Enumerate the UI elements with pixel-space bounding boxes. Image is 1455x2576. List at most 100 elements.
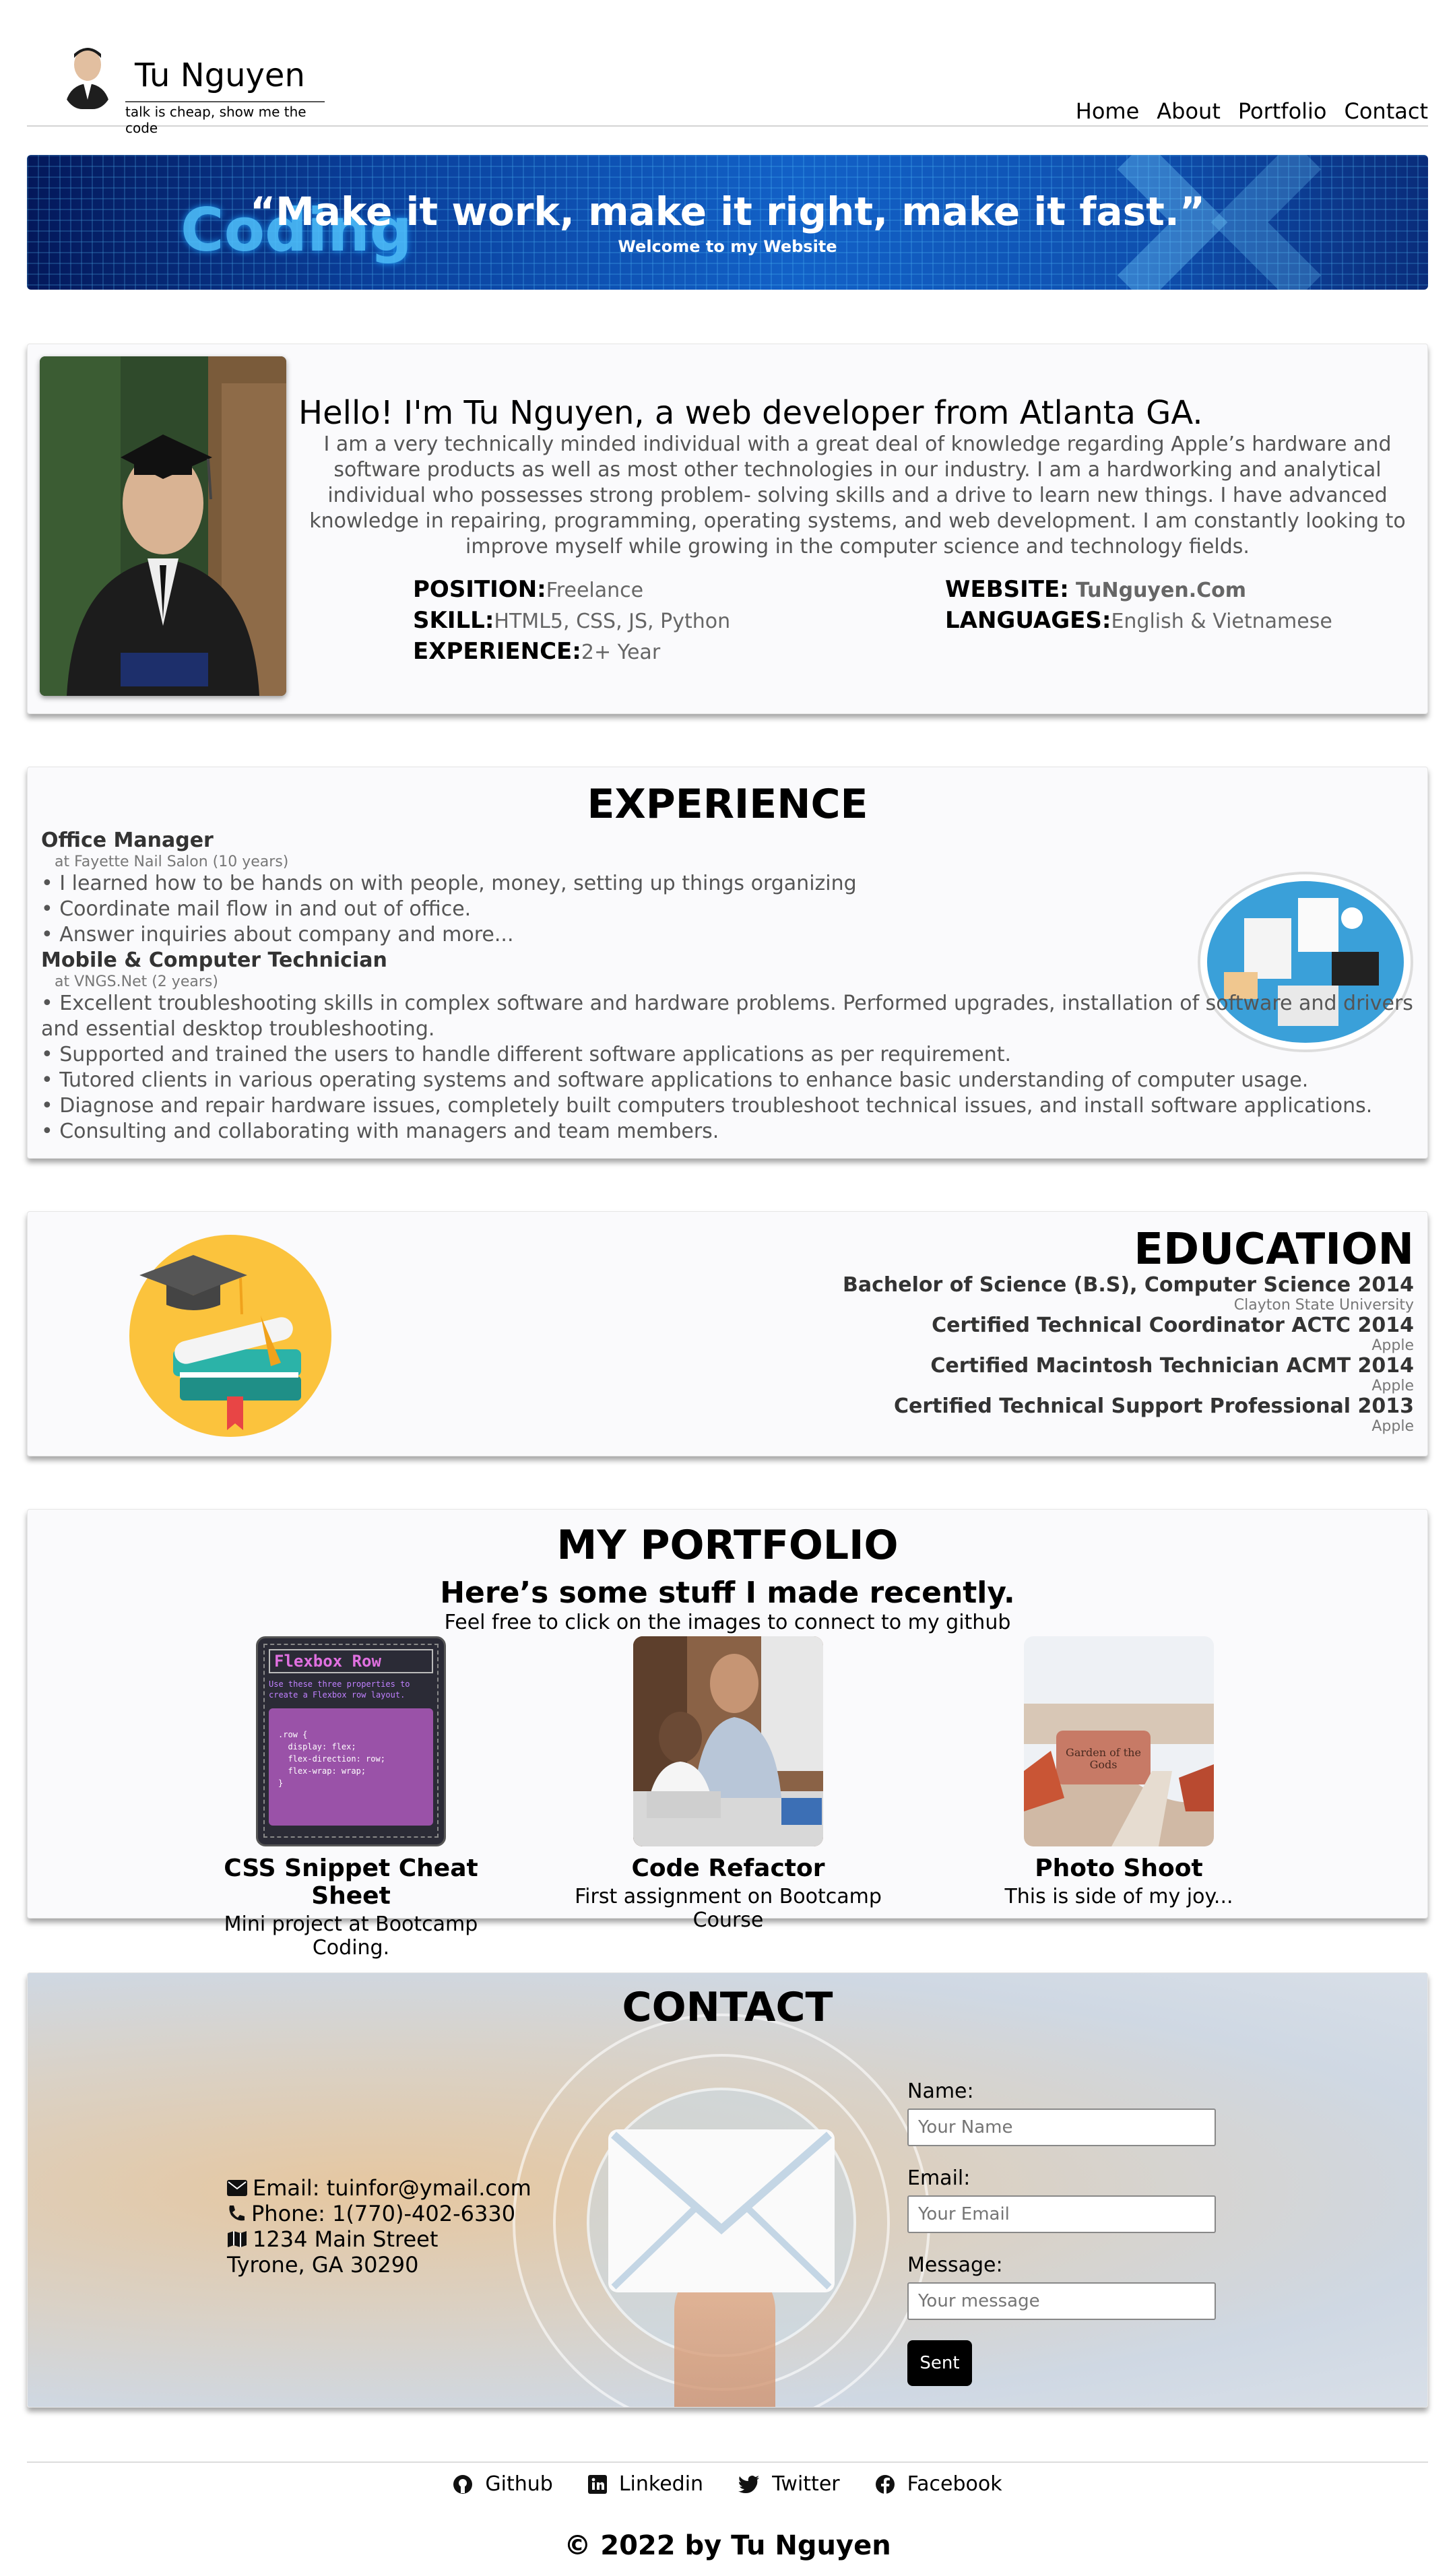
social-facebook[interactable]: Facebook: [875, 2472, 1002, 2496]
email-input[interactable]: [907, 2195, 1216, 2233]
degree: Bachelor of Science (B.S), Computer Scie…: [842, 1273, 1414, 1297]
contact-title: CONTACT: [622, 1984, 833, 2031]
social-label: Github: [485, 2472, 553, 2496]
avatar: [62, 42, 113, 109]
name-label: Name:: [907, 2080, 974, 2103]
contact-street: 1234 Main Street: [253, 2226, 439, 2252]
position-value: Freelance: [546, 579, 644, 602]
social-twitter[interactable]: Twitter: [738, 2472, 840, 2496]
social-label: Linkedin: [618, 2472, 704, 2496]
portfolio-item-code-refactor[interactable]: Code Refactor First assignment on Bootca…: [546, 1636, 910, 1932]
portfolio-item-title: CSS Snippet Cheat Sheet: [224, 1855, 478, 1910]
contact-city: Tyrone, GA 30290: [227, 2252, 419, 2278]
nav-about[interactable]: About: [1157, 98, 1221, 124]
portfolio-item-css-snippet[interactable]: Flexbox Row Use these three properties t…: [183, 1636, 519, 1960]
code-line: display: flex;: [278, 1742, 356, 1751]
portfolio-item-photo-shoot[interactable]: Garden of the Gods Photo Shoot This is s…: [950, 1636, 1287, 1908]
degree: Certified Macintosh Technician ACMT 2014: [930, 1354, 1414, 1378]
skill-value: HTML5, CSS, JS, Python: [494, 610, 731, 633]
envelope-icon: [227, 2180, 247, 2196]
job-bullet: • I learned how to be hands on with peop…: [41, 872, 857, 895]
about-facts-right: WEBSITE: TuNguyen.Com LANGUAGES:English …: [945, 575, 1332, 637]
education-title: EDUCATION: [1134, 1225, 1414, 1275]
experience-value: 2+ Year: [581, 641, 661, 664]
portfolio-item-desc: First assignment on Bootcamp Course: [575, 1885, 882, 1932]
social-label: Facebook: [907, 2472, 1002, 2496]
portfolio-section: MY PORTFOLIO Here’s some stuff I made re…: [27, 1509, 1428, 1960]
linkedin-icon: [587, 2474, 607, 2494]
portfolio-item-desc: This is side of my joy...: [1004, 1885, 1233, 1908]
footer-divider: [27, 2461, 1428, 2463]
message-input[interactable]: [907, 2282, 1216, 2320]
contact-email[interactable]: Email: tuinfor@ymail.com: [253, 2175, 531, 2201]
social-linkedin[interactable]: Linkedin: [587, 2472, 704, 2496]
contact-phone[interactable]: Phone: 1(770)-402-6330: [251, 2201, 515, 2226]
languages-label: LANGUAGES:: [945, 607, 1111, 634]
name-input[interactable]: [907, 2108, 1216, 2146]
languages-value: English & Vietnamese: [1111, 610, 1332, 633]
code-line: flex-wrap: wrap;: [278, 1766, 366, 1776]
phone-icon: [229, 2205, 245, 2221]
job-company: at VNGS.Net (2 years): [55, 973, 218, 990]
sign-text: Garden of the Gods: [1066, 1746, 1141, 1771]
hero-quote: “Make it work, make it right, make it fa…: [250, 189, 1205, 234]
code-line: .row {: [278, 1730, 308, 1739]
graduation-illustration: [126, 1235, 335, 1437]
code-line: }: [278, 1778, 284, 1788]
job-title: Office Manager: [41, 829, 214, 852]
job-bullet: • Coordinate mail flow in and out of off…: [41, 897, 472, 921]
position-label: POSITION:: [413, 576, 546, 603]
twitter-icon: [738, 2475, 760, 2493]
experience-label: EXPERIENCE:: [413, 638, 581, 665]
portfolio-item-title: Photo Shoot: [1035, 1855, 1203, 1882]
about-heading: Hello! I'm Tu Nguyen, a web developer fr…: [298, 394, 1203, 432]
hero-banner: Coding “Make it work, make it right, mak…: [27, 155, 1428, 290]
experience-title: EXPERIENCE: [587, 781, 868, 828]
experience-list: Office Manager at Fayette Nail Salon (10…: [41, 828, 1415, 1145]
job-bullet: • Supported and trained the users to han…: [41, 1043, 1012, 1066]
portfolio-thumb[interactable]: [633, 1636, 823, 1846]
site-header: Tu Nguyen talk is cheap, show me the cod…: [27, 27, 1428, 136]
site-name: Tu Nguyen: [135, 57, 305, 94]
thumb-title: Flexbox Row: [269, 1649, 433, 1673]
tagline: talk is cheap, show me the code: [125, 101, 325, 136]
contact-section: CONTACT Email: tuinfor@ymail.com Phone: …: [27, 1972, 1428, 2408]
website-label: WEBSITE:: [945, 576, 1069, 603]
email-label: Email:: [907, 2166, 971, 2190]
institution: Apple: [1371, 1418, 1414, 1435]
institution: Clayton State University: [1233, 1297, 1414, 1314]
job-company: at Fayette Nail Salon (10 years): [55, 854, 289, 870]
social-github[interactable]: Github: [453, 2472, 553, 2496]
social-links: Github Linkedin Twitter Facebook: [0, 2472, 1455, 2496]
skill-label: SKILL:: [413, 607, 494, 634]
send-button[interactable]: Sent: [907, 2340, 972, 2386]
contact-form: Name: Email: Message: Sent: [907, 2080, 1217, 2386]
nav-contact[interactable]: Contact: [1345, 98, 1429, 124]
experience-section: EXPERIENCE Office Manager at Fayette Nai…: [27, 767, 1428, 1159]
institution: Apple: [1371, 1337, 1414, 1354]
nav-portfolio[interactable]: Portfolio: [1238, 98, 1327, 124]
contact-info: Email: tuinfor@ymail.com Phone: 1(770)-4…: [227, 2175, 531, 2278]
hero-subtitle: Welcome to my Website: [618, 237, 837, 256]
message-label: Message:: [907, 2253, 1003, 2277]
degree: Certified Technical Support Professional…: [894, 1394, 1414, 1418]
portfolio-subtitle: Here’s some stuff I made recently.: [440, 1576, 1015, 1610]
institution: Apple: [1371, 1378, 1414, 1394]
job-bullet: • Answer inquiries about company and mor…: [41, 923, 514, 946]
copyright: © 2022 by Tu Nguyen: [564, 2530, 891, 2561]
github-icon: [453, 2474, 473, 2494]
job-title: Mobile & Computer Technician: [41, 948, 387, 972]
job-bullet: • Tutored clients in various operating s…: [41, 1068, 1309, 1092]
job-bullet: • Diagnose and repair hardware issues, c…: [41, 1094, 1373, 1118]
website-value[interactable]: TuNguyen.Com: [1076, 579, 1246, 602]
job-bullet: • Consulting and collaborating with mana…: [41, 1120, 719, 1143]
portfolio-thumb[interactable]: Flexbox Row Use these three properties t…: [256, 1636, 446, 1846]
profile-photo: [40, 356, 286, 696]
nav-home[interactable]: Home: [1076, 98, 1140, 124]
about-section: Hello! I'm Tu Nguyen, a web developer fr…: [27, 344, 1428, 714]
facebook-icon: [875, 2474, 895, 2494]
portfolio-thumb[interactable]: Garden of the Gods: [1024, 1636, 1214, 1846]
about-facts-left: POSITION:Freelance SKILL:HTML5, CSS, JS,…: [413, 575, 730, 668]
education-section: EDUCATION Bachelor of Science (B.S), Com…: [27, 1211, 1428, 1456]
main-nav: Home About Portfolio Contact: [1076, 98, 1428, 124]
